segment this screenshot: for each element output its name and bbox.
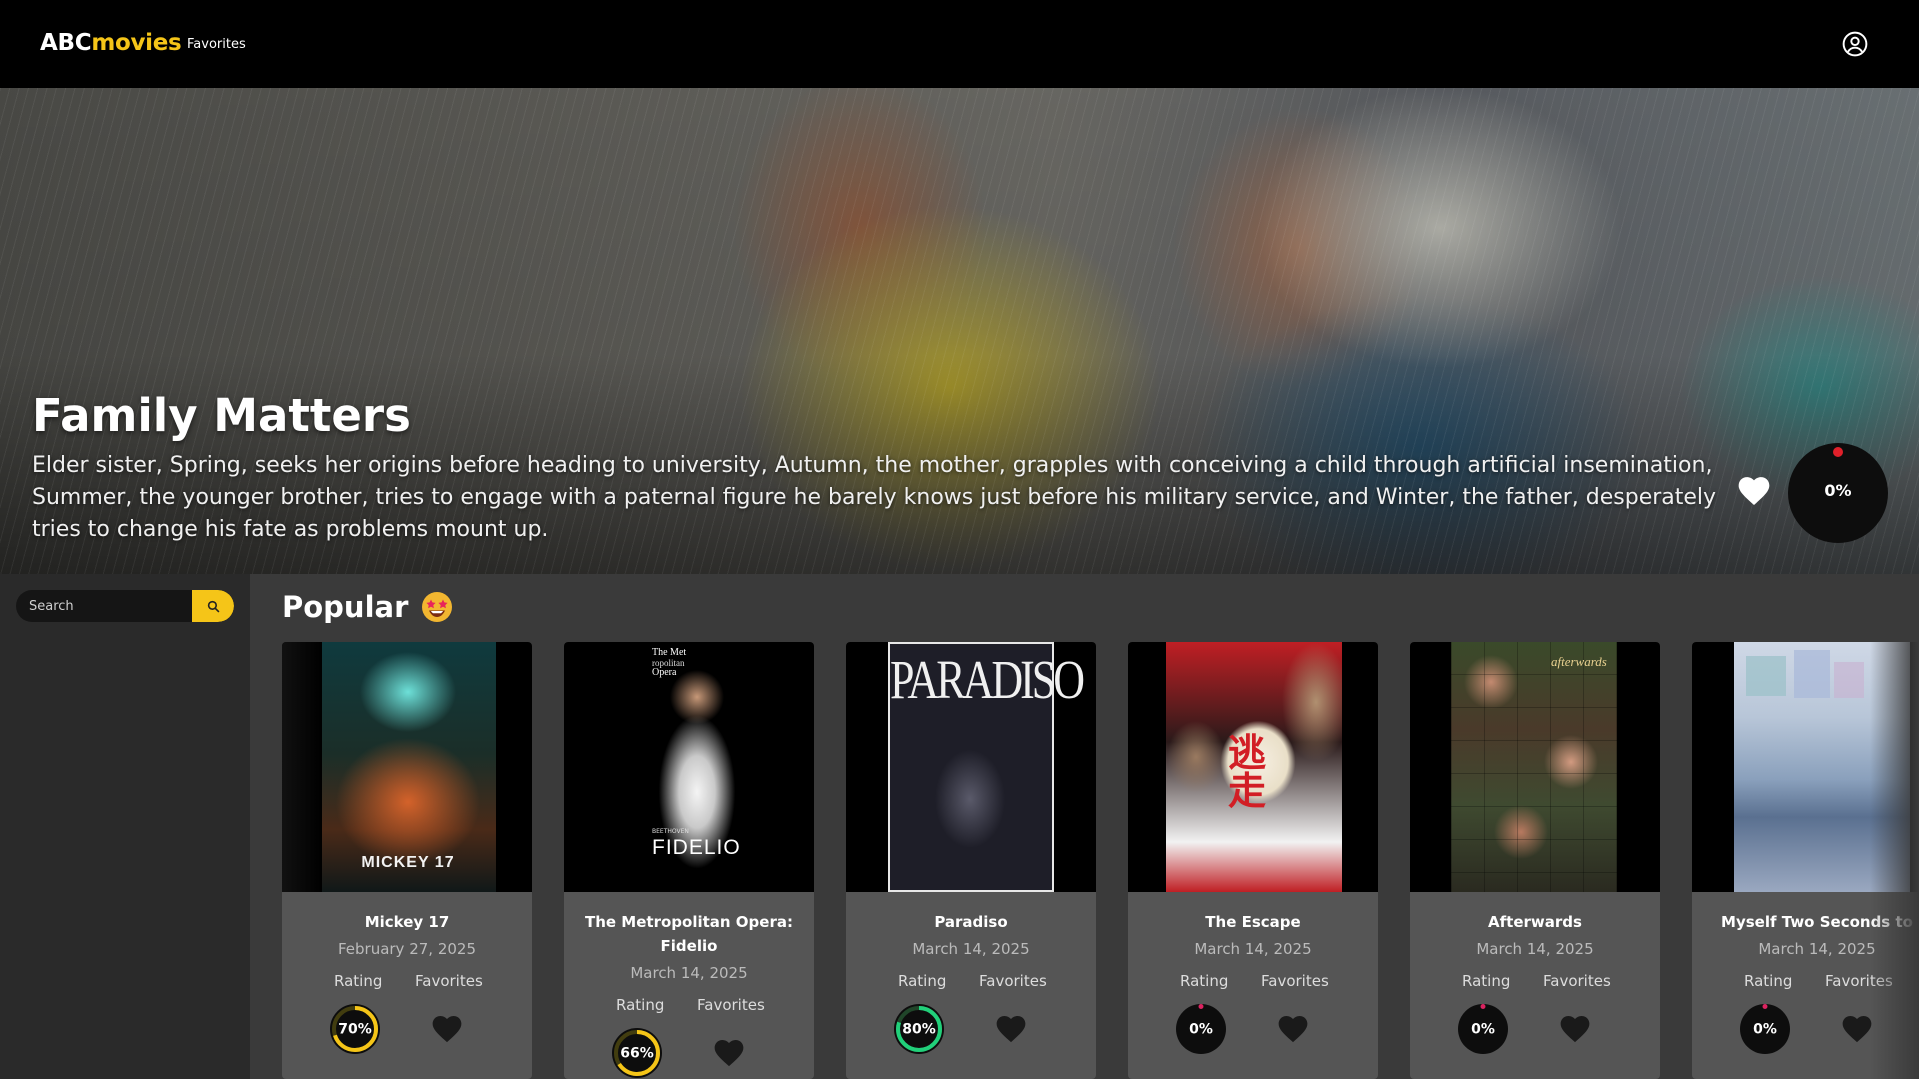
sidebar bbox=[0, 574, 250, 1079]
rating-label: Rating bbox=[334, 972, 383, 990]
scroll-fade bbox=[1870, 642, 1919, 1079]
poster-text: afterwards bbox=[1551, 654, 1607, 669]
section-title-text: Popular bbox=[282, 590, 409, 624]
movie-card[interactable]: PARADISO Paradiso March 14, 2025 Rating … bbox=[846, 642, 1096, 1079]
poster-block bbox=[1746, 656, 1786, 696]
nav-favorites-link[interactable]: Favorites bbox=[187, 37, 246, 52]
poster-image: 逃走 bbox=[1166, 642, 1342, 892]
popular-movies-row: MICKEY 17 Mickey 17 February 27, 2025 Ra… bbox=[282, 642, 1919, 1079]
rating-label: Rating bbox=[1744, 972, 1793, 990]
poster-text: PARADISO bbox=[890, 649, 1085, 711]
poster[interactable]: MICKEY 17 bbox=[282, 642, 532, 892]
section-title: Popular bbox=[282, 590, 454, 624]
movie-title[interactable]: The Metropolitan Opera: Fidelio bbox=[564, 910, 814, 958]
hero-title: Family Matters bbox=[32, 389, 411, 442]
poster-block bbox=[1834, 662, 1864, 698]
poster-top-3: Opera bbox=[652, 667, 677, 678]
heart-icon[interactable] bbox=[1842, 1015, 1872, 1043]
release-date: March 14, 2025 bbox=[912, 940, 1030, 958]
rating-gauge: 0% bbox=[1458, 1004, 1508, 1054]
rating-value: 70% bbox=[338, 1022, 372, 1038]
movie-title[interactable]: Afterwards bbox=[1410, 910, 1660, 934]
rating-label: Rating bbox=[1462, 972, 1511, 990]
release-date: March 14, 2025 bbox=[1476, 940, 1594, 958]
favorites-label: Favorites bbox=[1261, 972, 1329, 990]
hero-rating-value: 0% bbox=[1824, 481, 1852, 500]
movie-title[interactable]: The Escape bbox=[1128, 910, 1378, 934]
rating-label: Rating bbox=[898, 972, 947, 990]
favorites-label: Favorites bbox=[1543, 972, 1611, 990]
poster-image: The Met ropolitan Opera BEETHOVEN FIDELI… bbox=[602, 642, 778, 892]
movie-title[interactable]: Mickey 17 bbox=[282, 910, 532, 934]
movie-title[interactable]: Paradiso bbox=[846, 910, 1096, 934]
poster[interactable]: 逃走 bbox=[1128, 642, 1378, 892]
poster-image: afterwards bbox=[1451, 642, 1617, 892]
heart-icon[interactable] bbox=[1278, 1015, 1308, 1043]
favorites-label: Favorites bbox=[697, 996, 765, 1014]
poster[interactable]: The Met ropolitan Opera BEETHOVEN FIDELI… bbox=[564, 642, 814, 892]
hero-description: Elder sister, Spring, seeks her origins … bbox=[32, 453, 1717, 542]
release-date: March 14, 2025 bbox=[630, 964, 748, 982]
heart-icon[interactable] bbox=[996, 1015, 1026, 1043]
poster-shade bbox=[282, 642, 322, 892]
heart-icon[interactable] bbox=[432, 1015, 462, 1043]
star-struck-emoji-icon bbox=[422, 592, 453, 622]
logo-abc: ABC bbox=[40, 30, 92, 56]
poster-image: MICKEY 17 bbox=[320, 642, 496, 892]
heart-icon[interactable] bbox=[1560, 1015, 1590, 1043]
rating-gauge: 66% bbox=[612, 1028, 662, 1078]
favorites-label: Favorites bbox=[979, 972, 1047, 990]
rating-value: 66% bbox=[620, 1046, 654, 1062]
movie-card[interactable]: The Met ropolitan Opera BEETHOVEN FIDELI… bbox=[564, 642, 814, 1079]
logo[interactable]: ABCmovies bbox=[40, 30, 182, 56]
rating-dot bbox=[1833, 447, 1843, 457]
rating-gauge: 0% bbox=[1740, 1004, 1790, 1054]
movie-card[interactable]: MICKEY 17 Mickey 17 February 27, 2025 Ra… bbox=[282, 642, 532, 1079]
user-circle-icon[interactable] bbox=[1842, 31, 1868, 57]
rating-value: 0% bbox=[1753, 1022, 1777, 1038]
rating-label: Rating bbox=[616, 996, 665, 1014]
release-date: March 14, 2025 bbox=[1194, 940, 1312, 958]
poster[interactable]: PARADISO bbox=[846, 642, 1096, 892]
poster-text: MICKEY 17 bbox=[361, 854, 455, 871]
movie-card[interactable]: 逃走 The Escape March 14, 2025 Rating Favo… bbox=[1128, 642, 1378, 1079]
rating-gauge: 0% bbox=[1176, 1004, 1226, 1054]
poster-top-1: The Met bbox=[652, 647, 687, 658]
favorites-label: Favorites bbox=[415, 972, 483, 990]
poster-block bbox=[1794, 650, 1830, 698]
heart-icon[interactable] bbox=[1738, 476, 1770, 506]
poster-text: 逃走 bbox=[1228, 731, 1267, 813]
poster-text: FIDELIO bbox=[652, 836, 741, 859]
heart-icon[interactable] bbox=[714, 1039, 744, 1067]
movie-card[interactable]: afterwards Afterwards March 14, 2025 Rat… bbox=[1410, 642, 1660, 1079]
release-date: February 27, 2025 bbox=[337, 940, 477, 958]
hero-banner: Family Matters Elder sister, Spring, see… bbox=[0, 88, 1919, 574]
search-box bbox=[16, 590, 234, 622]
hero-rating-gauge: 0% bbox=[1788, 443, 1888, 543]
search-button[interactable] bbox=[192, 590, 234, 622]
poster[interactable]: afterwards bbox=[1410, 642, 1660, 892]
rating-gauge: 70% bbox=[330, 1004, 380, 1054]
rating-gauge: 80% bbox=[894, 1004, 944, 1054]
rating-value: 0% bbox=[1189, 1022, 1213, 1038]
navbar: ABCmovies Favorites bbox=[0, 0, 1919, 88]
rating-value: 80% bbox=[902, 1022, 936, 1038]
search-icon bbox=[207, 600, 219, 612]
logo-movies: movies bbox=[91, 30, 182, 56]
poster-image: PARADISO bbox=[888, 642, 1085, 892]
rating-label: Rating bbox=[1180, 972, 1229, 990]
rating-value: 0% bbox=[1471, 1022, 1495, 1038]
search-input[interactable] bbox=[16, 590, 192, 622]
poster-small-text: BEETHOVEN bbox=[652, 828, 689, 835]
